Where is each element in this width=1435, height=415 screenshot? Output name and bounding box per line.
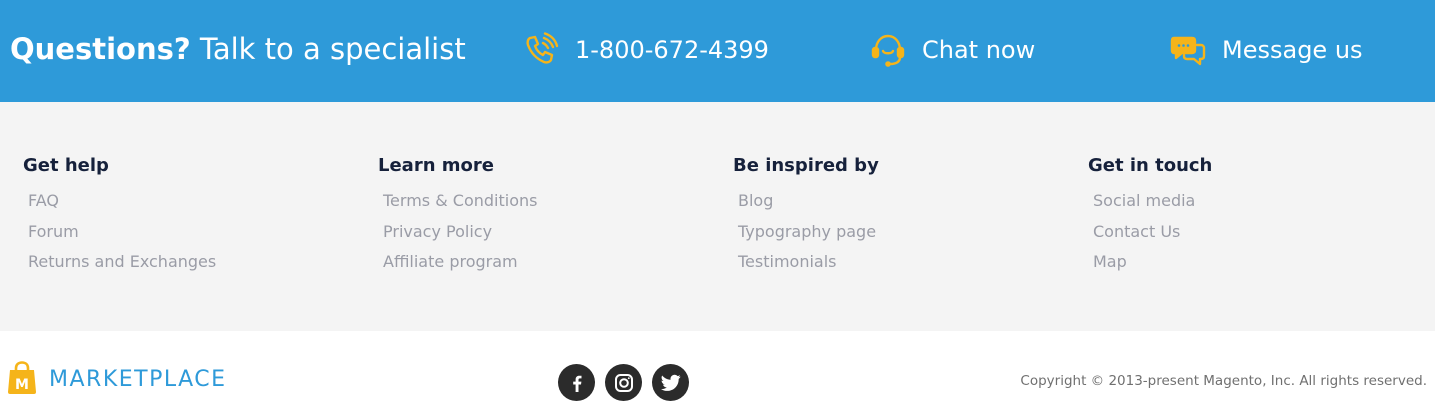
instagram-icon	[614, 373, 633, 392]
chat-now-link[interactable]: Chat now	[870, 30, 1035, 70]
footer-link-terms[interactable]: Terms & Conditions	[383, 191, 537, 210]
bottom-bar: M MARKETPLACE Copyright © 2013-present M…	[0, 331, 1435, 415]
contact-bar: Questions? Talk to a specialist 1-800-67…	[0, 0, 1435, 102]
shopping-bag-logo-icon: M	[7, 361, 37, 399]
facebook-link[interactable]	[558, 364, 595, 401]
brand-home-link[interactable]: M MARKETPLACE	[7, 361, 227, 399]
column-heading: Be inspired by	[733, 155, 879, 176]
message-us-label: Message us	[1222, 36, 1363, 64]
footer-column-get-in-touch: Get in touch Social media Contact Us Map	[1088, 154, 1418, 282]
twitter-link[interactable]	[652, 364, 689, 401]
message-us-link[interactable]: Message us	[1170, 30, 1363, 70]
questions-text: Talk to a specialist	[190, 32, 466, 66]
footer-link-testimonials[interactable]: Testimonials	[738, 252, 837, 271]
footer-link-affiliate[interactable]: Affiliate program	[383, 252, 518, 271]
footer-link-social-media[interactable]: Social media	[1093, 191, 1195, 210]
footer-link-returns[interactable]: Returns and Exchanges	[28, 252, 216, 271]
footer-column-learn-more: Learn more Terms & Conditions Privacy Po…	[378, 154, 708, 282]
questions-heading: Questions? Talk to a specialist	[10, 30, 466, 68]
footer-link-faq[interactable]: FAQ	[28, 191, 59, 210]
facebook-icon	[572, 375, 581, 392]
column-heading: Learn more	[378, 155, 494, 176]
footer-column-be-inspired: Be inspired by Blog Typography page Test…	[733, 154, 1063, 282]
twitter-icon	[660, 374, 681, 391]
footer-links: Get help FAQ Forum Returns and Exchanges…	[0, 102, 1435, 331]
brand-name: MARKETPLACE	[49, 367, 227, 392]
column-heading: Get help	[23, 155, 109, 176]
footer-column-get-help: Get help FAQ Forum Returns and Exchanges	[23, 154, 353, 282]
footer-link-forum[interactable]: Forum	[28, 222, 79, 241]
headset-icon	[870, 32, 906, 68]
footer-link-typography[interactable]: Typography page	[738, 222, 876, 241]
footer-link-map[interactable]: Map	[1093, 252, 1127, 271]
phone-number: 1-800-672-4399	[575, 36, 769, 64]
phone-icon	[523, 32, 559, 68]
phone-link[interactable]: 1-800-672-4399	[523, 30, 769, 70]
column-heading: Get in touch	[1088, 155, 1213, 176]
brand-logo-letter: M	[15, 377, 29, 393]
social-links	[558, 364, 699, 401]
instagram-link[interactable]	[605, 364, 642, 401]
copyright-text: Copyright © 2013-present Magento, Inc. A…	[1020, 373, 1427, 389]
chat-now-label: Chat now	[922, 36, 1036, 64]
footer-link-contact-us[interactable]: Contact Us	[1093, 222, 1180, 241]
questions-strong: Questions?	[10, 32, 191, 66]
footer-link-privacy[interactable]: Privacy Policy	[383, 222, 492, 241]
footer-link-blog[interactable]: Blog	[738, 191, 773, 210]
speech-bubbles-icon	[1170, 32, 1206, 68]
